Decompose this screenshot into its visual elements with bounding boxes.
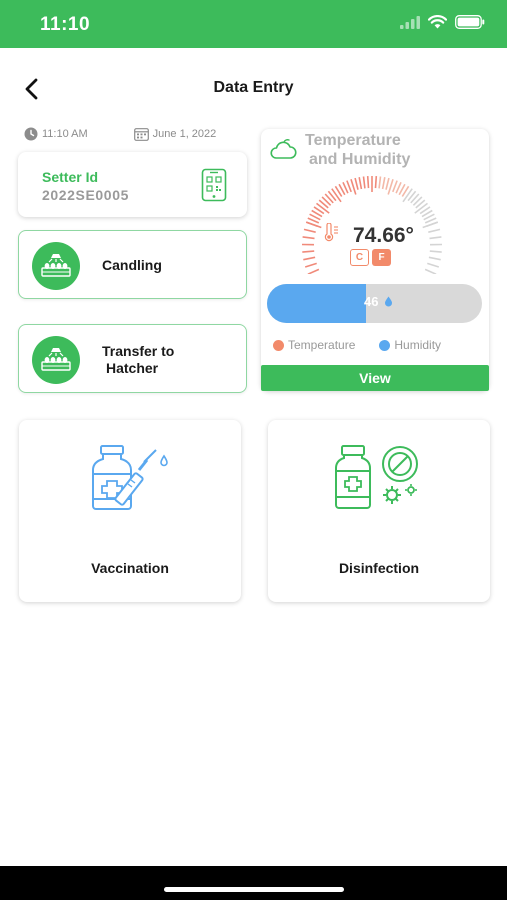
gauge-tick — [303, 228, 316, 233]
gauge-tick — [316, 202, 330, 214]
gauge-tick — [429, 236, 442, 240]
gauge-tick — [378, 176, 382, 189]
clock-icon — [24, 127, 38, 141]
transfer-to-hatcher-button[interactable]: Transfer to Hatcher — [18, 324, 247, 393]
transfer-label-line1: Transfer to — [102, 343, 175, 359]
gauge-tick — [427, 262, 440, 268]
temperature-title: Temperature and Humidity — [305, 131, 410, 169]
unit-toggle: C F — [350, 249, 391, 266]
thermometer-icon — [323, 222, 345, 248]
gauge-tick — [346, 180, 352, 193]
gauge-tick — [366, 176, 370, 189]
page-title: Data Entry — [213, 79, 294, 96]
gauge-tick — [354, 177, 359, 190]
humidity-bar: 46 — [267, 284, 482, 323]
qr-phone-icon — [201, 168, 227, 202]
home-indicator[interactable] — [164, 887, 344, 892]
gauge-tick — [428, 228, 441, 233]
temperature-humidity-card: Temperature and Humidity 74.66° C F 46 T… — [261, 129, 489, 391]
temperature-title-line2: and Humidity — [309, 151, 411, 168]
gauge-tick — [304, 262, 317, 268]
hatcher-icon — [32, 336, 80, 384]
gauge-tick — [307, 268, 320, 274]
gauge-tick — [350, 178, 357, 195]
candling-button[interactable]: Candling — [18, 230, 247, 299]
gauge-tick — [424, 268, 437, 274]
humidity-bar-fill — [267, 284, 366, 323]
gauge-tick — [331, 188, 342, 203]
gauge-tick — [426, 221, 439, 227]
legend-humidity: Humidity — [379, 338, 441, 352]
celsius-button[interactable]: C — [350, 249, 369, 266]
disinfection-label: Disinfection — [338, 560, 420, 576]
header: Data Entry — [0, 48, 507, 128]
chart-legend: Temperature Humidity — [273, 338, 441, 352]
disinfection-tile[interactable]: Disinfection — [268, 420, 490, 602]
date-text: June 1, 2022 — [152, 128, 217, 140]
transfer-to-hatcher-label: Transfer to Hatcher — [102, 343, 174, 377]
status-bar: 11:10 — [0, 0, 507, 48]
vaccination-label: Vaccination — [91, 560, 169, 576]
temperature-value: 74.66° — [353, 224, 414, 247]
gauge-tick — [302, 250, 315, 253]
gauge-tick — [428, 256, 441, 261]
wifi-icon — [427, 15, 448, 34]
gauge-tick — [402, 188, 413, 203]
setter-id-label: Setter Id — [42, 169, 99, 185]
home-indicator-bar — [0, 866, 507, 900]
gauge-tick — [362, 176, 366, 189]
qr-scan-button[interactable] — [201, 168, 227, 202]
humidity-dot — [379, 339, 391, 351]
gauge-tick — [429, 250, 442, 253]
transfer-label-line2: Hatcher — [106, 360, 159, 376]
vaccination-tile[interactable]: Vaccination — [19, 420, 241, 602]
legend-temperature-label: Temperature — [288, 338, 356, 352]
setter-id-card: Setter Id 2022SE0005 — [18, 152, 247, 217]
vaccine-icon — [92, 445, 168, 510]
candling-label: Candling — [102, 257, 162, 273]
cloud-icon — [269, 139, 297, 166]
setter-id-value: 2022SE0005 — [42, 187, 129, 203]
time-text: 11:10 AM — [42, 128, 88, 140]
humidity-bar-value: 46 — [364, 294, 393, 309]
time-display: 11:10 AM — [24, 127, 88, 141]
signal-icon — [400, 15, 420, 34]
calendar-icon — [133, 128, 149, 141]
battery-icon — [455, 15, 485, 34]
gauge-tick — [381, 177, 386, 190]
view-button[interactable]: View — [261, 365, 489, 391]
gauge-tick — [305, 221, 318, 227]
gauge-tick — [374, 176, 378, 189]
temperature-dot — [273, 339, 284, 351]
legend-temperature: Temperature — [273, 338, 355, 352]
gauge-tick — [303, 256, 316, 261]
legend-humidity-label: Humidity — [394, 338, 442, 352]
temperature-title-line1: Temperature — [305, 132, 401, 149]
gauge-tick — [414, 202, 428, 214]
meta-row: 11:10 AM June 1, 2022 — [24, 127, 216, 141]
candling-icon — [32, 242, 80, 290]
gauge-tick — [358, 177, 363, 190]
humidity-value: 46 — [364, 294, 379, 309]
gauge-tick — [302, 236, 315, 240]
droplet-icon — [385, 296, 393, 307]
date-display: June 1, 2022 — [133, 127, 217, 141]
disinfectant-icon — [335, 445, 418, 509]
status-icons — [400, 15, 485, 34]
gauge-tick — [392, 180, 398, 193]
fahrenheit-button[interactable]: F — [372, 249, 391, 266]
gauge-tick — [385, 177, 390, 190]
gauge-tick — [387, 178, 394, 195]
status-time: 11:10 — [40, 14, 91, 35]
